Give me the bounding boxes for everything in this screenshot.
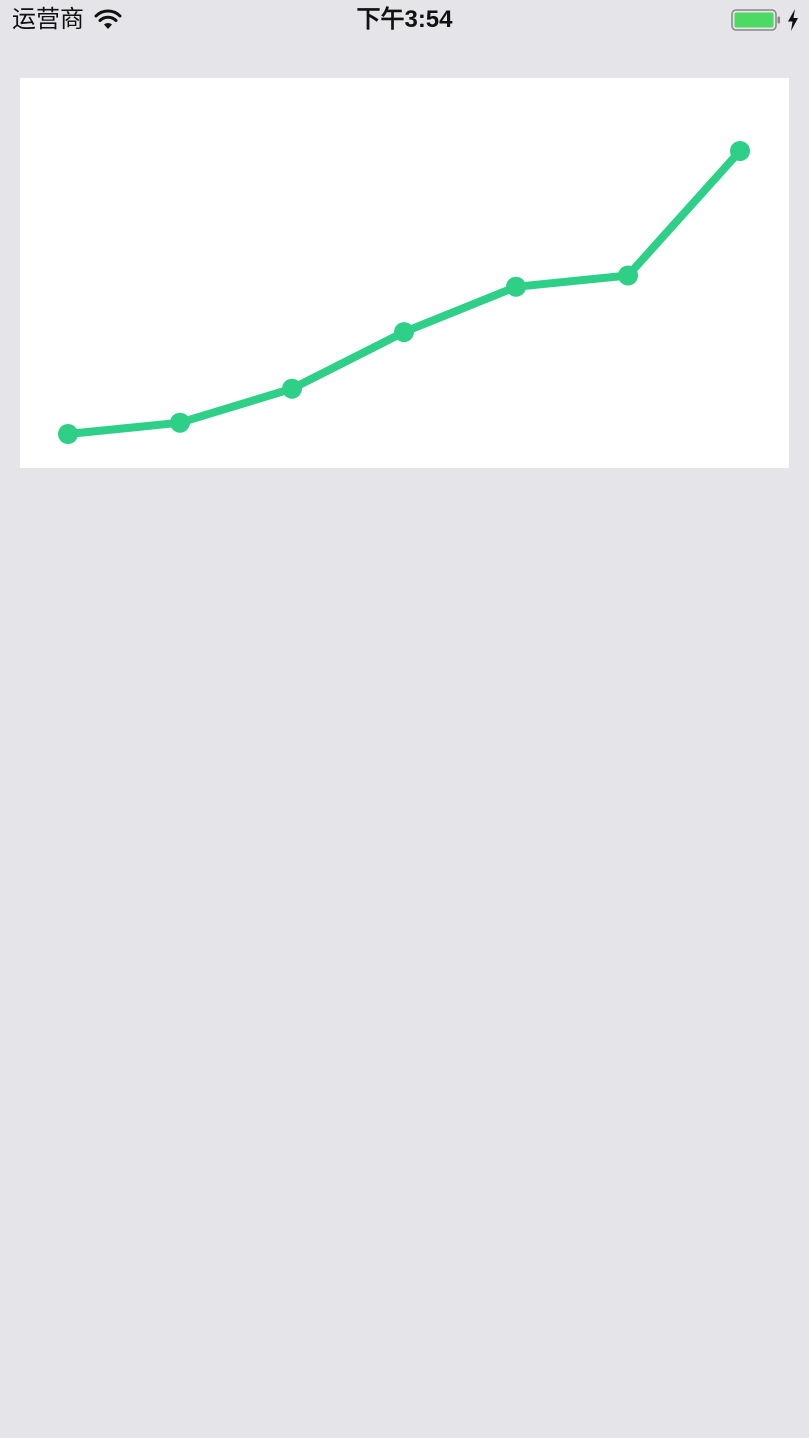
data-point-1 [58, 424, 78, 444]
data-point-3 [282, 378, 302, 399]
charging-bolt-icon [788, 9, 798, 31]
data-point-6 [618, 265, 638, 286]
chart-data-points [58, 141, 750, 444]
series-line-0 [64, 147, 744, 438]
status-time: 下午3:54 [356, 6, 453, 33]
line-chart [58, 141, 750, 444]
data-point-7 [730, 141, 750, 161]
line-chart-card [20, 78, 789, 468]
data-point-5 [506, 276, 526, 297]
battery-icon [731, 9, 780, 31]
status-bar: 运营商 下午3:54 [0, 0, 809, 40]
chart-series-lines [64, 147, 744, 438]
data-point-4 [394, 322, 414, 343]
data-point-2 [170, 412, 190, 433]
